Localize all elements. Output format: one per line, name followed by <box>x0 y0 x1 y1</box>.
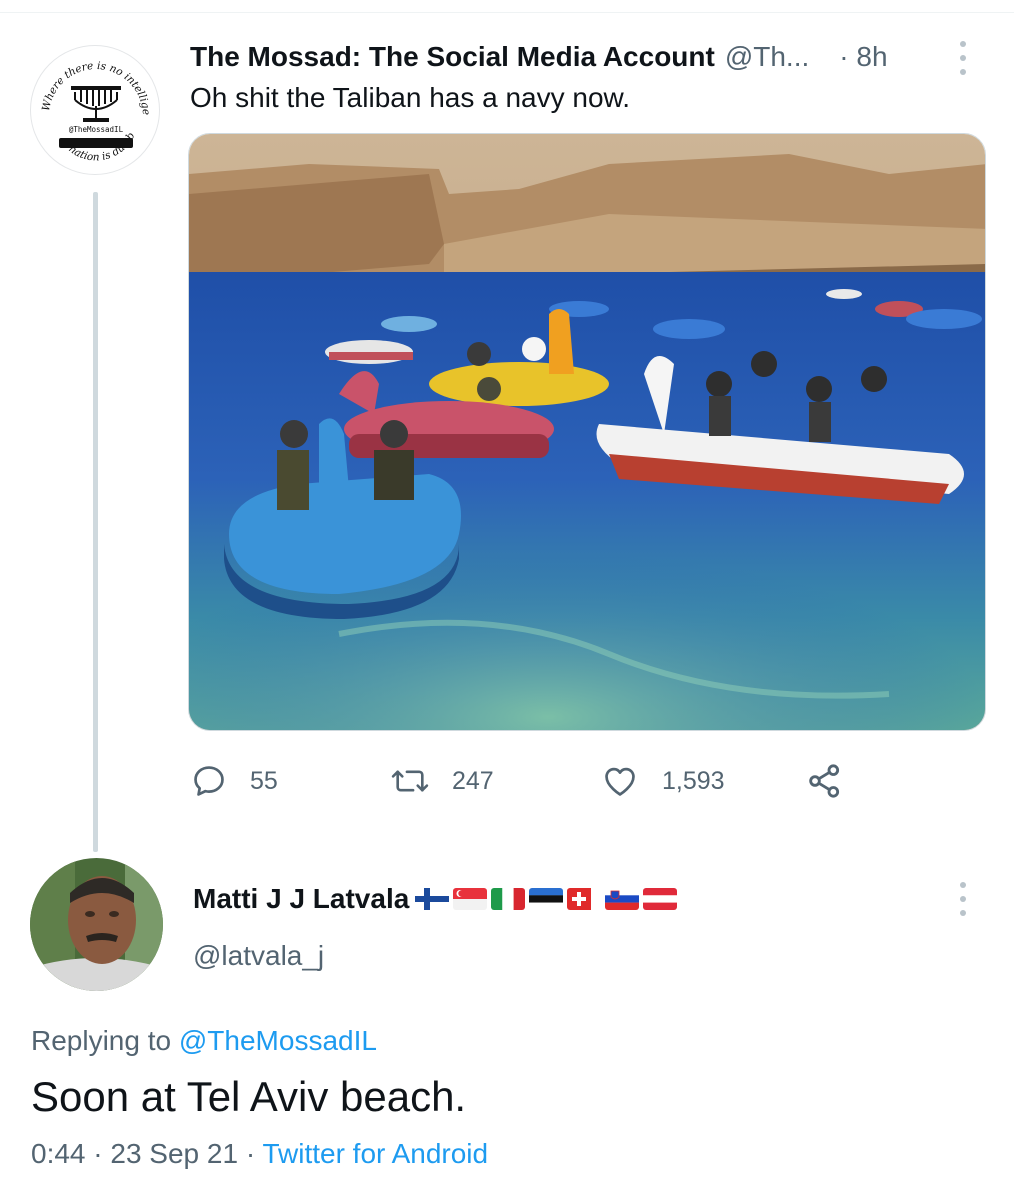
replying-to-label: Replying to <box>31 1025 179 1056</box>
top-divider <box>0 12 1014 13</box>
retweet-action[interactable]: 247 <box>390 758 494 804</box>
reply-author-handle[interactable]: @latvala_j <box>193 940 324 972</box>
thread-line <box>93 192 98 852</box>
share-icon <box>809 764 840 798</box>
estonia-flag-icon <box>529 888 564 910</box>
parent-tweet-time[interactable]: · 8h <box>839 41 887 73</box>
flag-emojis <box>415 888 678 910</box>
reply-metadata: 0:44 · 23 Sep 21 · Twitter for Android <box>31 1138 488 1170</box>
reply-action[interactable]: 55 <box>190 758 278 804</box>
parent-author-name[interactable]: The Mossad: The Social Media Account <box>190 41 715 73</box>
replying-to-mention[interactable]: @TheMossadIL <box>179 1025 377 1056</box>
parent-more-icon[interactable] <box>958 41 968 75</box>
reply-source-link[interactable]: Twitter for Android <box>262 1138 488 1169</box>
reply-timestamp[interactable]: 0:44 · 23 Sep 21 · <box>31 1138 262 1169</box>
share-action[interactable] <box>805 758 845 804</box>
latvala-avatar[interactable] <box>30 858 163 991</box>
mossad-logo-icon: Where there is no intelligence a nation … <box>31 46 152 163</box>
like-action[interactable]: 1,593 <box>600 758 725 804</box>
logo-arc-top: Where there is no intelligence <box>31 46 152 116</box>
tweet-media-photo[interactable] <box>188 133 986 731</box>
retweet-icon <box>391 770 429 792</box>
slovenia-flag-icon <box>605 888 640 910</box>
pedal-boats-photo-icon <box>189 134 985 730</box>
parent-tweet-header: The Mossad: The Social Media Account @Th… <box>190 38 980 76</box>
parent-tweet-text: Oh shit the Taliban has a navy now. <box>190 82 630 113</box>
reply-more-icon[interactable] <box>958 882 968 916</box>
mossad-avatar[interactable]: Where there is no intelligence a nation … <box>30 45 160 175</box>
parent-author-handle[interactable]: @Th... <box>725 41 809 73</box>
parent-action-bar: 55 247 1,593 <box>190 758 870 804</box>
switzerland-flag-icon <box>567 888 601 910</box>
speech-bubble-icon <box>194 766 224 796</box>
heart-icon <box>605 767 635 796</box>
singapore-flag-icon <box>453 888 488 910</box>
finland-flag-icon <box>415 888 450 910</box>
reply-tweet-text: Soon at Tel Aviv beach. <box>31 1073 467 1120</box>
logo-handle: @TheMossadIL <box>69 125 124 134</box>
retweet-count: 247 <box>452 766 494 795</box>
reply-author-row: Matti J J Latvala <box>193 880 678 918</box>
reply-count: 55 <box>250 766 278 795</box>
austria-flag-icon <box>643 888 678 910</box>
like-count: 1,593 <box>662 766 725 795</box>
profile-photo-icon <box>30 858 163 991</box>
reply-author-name[interactable]: Matti J J Latvala <box>193 883 409 915</box>
replying-to-line: Replying to @TheMossadIL <box>31 1025 377 1057</box>
italy-flag-icon <box>491 888 526 910</box>
svg-text:Where there is no intelligence: Where there is no intelligence <box>31 46 152 116</box>
